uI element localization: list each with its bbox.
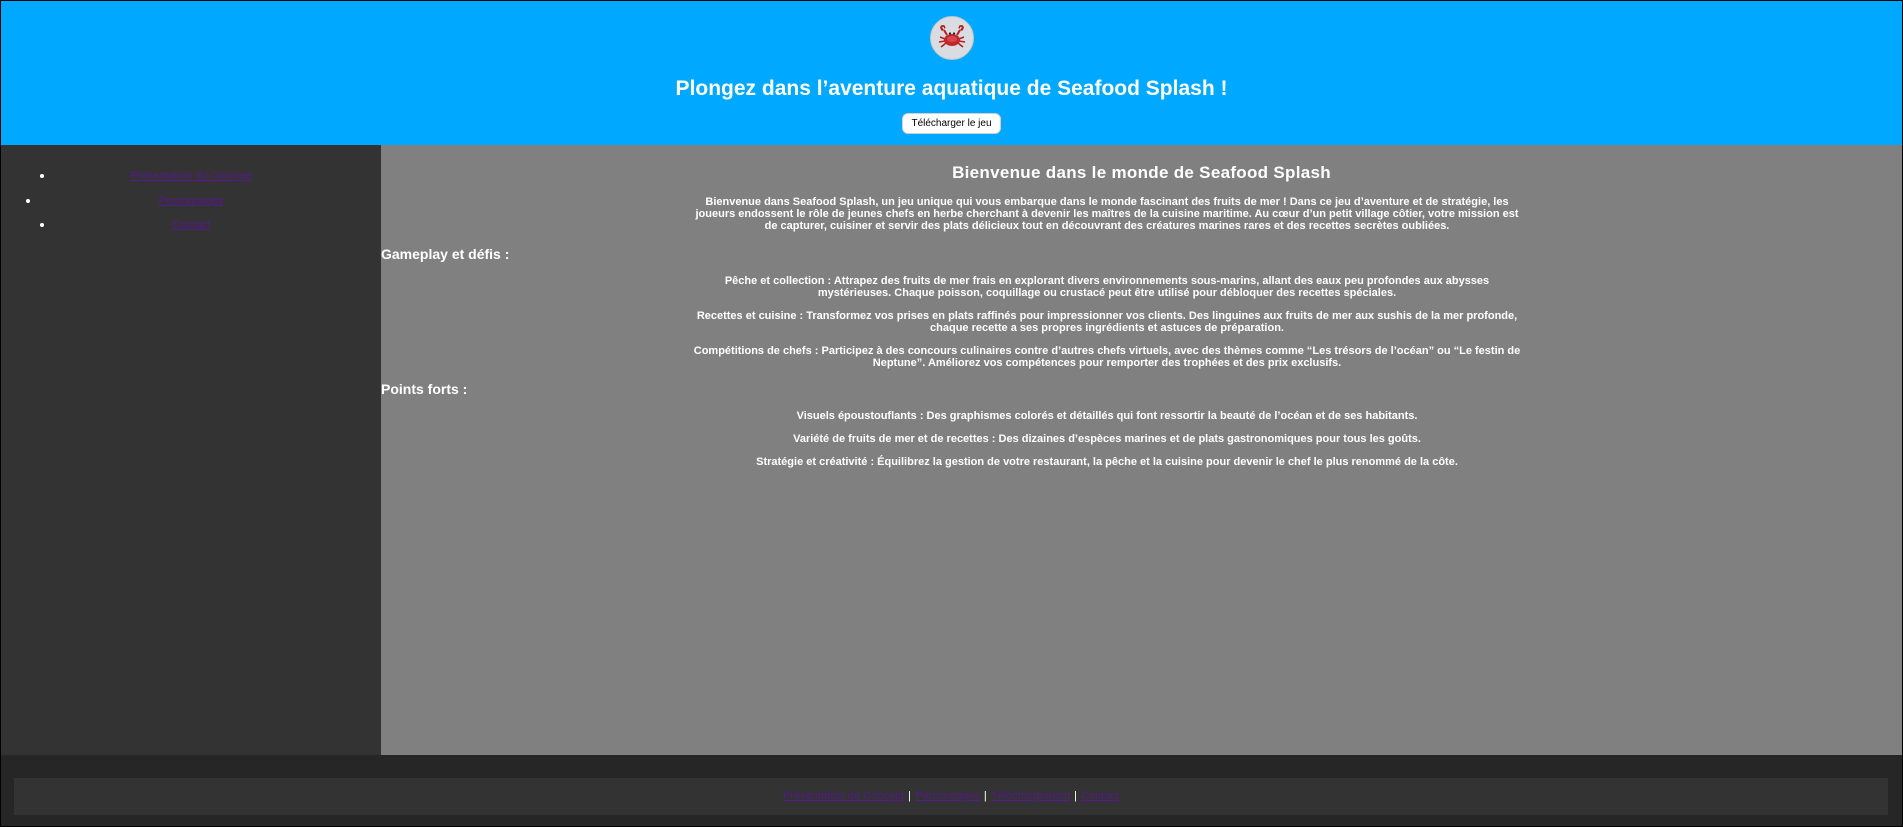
page: Plongez dans l’aventure aquatique de Sea… [0, 0, 1903, 827]
sidebar-link-personnages[interactable]: Personnages [159, 195, 224, 207]
intro-paragraph: Bienvenue dans Seafood Splash, un jeu un… [695, 196, 1519, 232]
footer-link-concept[interactable]: Présentation du Concept [783, 790, 904, 802]
sidebar-link-concept[interactable]: Présentation du Concept [130, 170, 251, 182]
highlight-item-strategie: Stratégie et créativité : Équilibrez la … [756, 456, 1458, 468]
highlight-item-visuels: Visuels époustouflants : Des graphismes … [796, 410, 1418, 422]
page-title: Plongez dans l’aventure aquatique de Sea… [675, 77, 1228, 100]
section-title: Bienvenue dans le monde de Seafood Splas… [952, 163, 1331, 182]
crab-icon [930, 16, 974, 60]
footer-link-personnages[interactable]: Personnages [915, 790, 980, 802]
footer-area: Présentation du Concept | Personnages | Télé… [1, 755, 1902, 826]
sidebar-item-concept: Présentation du Concept [1, 169, 381, 183]
footer-separator: | [983, 790, 987, 802]
sidebar-item-personnages: Personnages [1, 194, 381, 208]
site-header: Plongez dans l’aventure aquatique de Sea… [1, 1, 1902, 145]
highlights-heading: Points forts : [381, 381, 468, 397]
footer-link-telechargement[interactable]: Téléchargement [991, 790, 1071, 802]
gameplay-item-recettes: Recettes et cuisine : Transformez vos pr… [696, 310, 1518, 334]
site-footer: Présentation du Concept | Personnages | Télé… [14, 778, 1888, 815]
sidebar-nav: Présentation du Concept Personnages Cont… [1, 145, 381, 755]
footer-link-contact[interactable]: Contact [1081, 790, 1119, 802]
sidebar-link-contact[interactable]: Contact [172, 219, 210, 231]
bullet-icon [40, 174, 44, 178]
gameplay-item-competitions: Compétitions de chefs : Participez à des… [693, 345, 1521, 369]
main-content: Bienvenue dans le monde de Seafood Splas… [381, 145, 1902, 755]
highlight-item-variete: Variété de fruits de mer et de recettes … [793, 433, 1421, 445]
download-game-button[interactable]: Télécharger le jeu [902, 113, 1001, 134]
bullet-icon [40, 223, 44, 227]
footer-separator: | [1074, 790, 1078, 802]
sidebar-item-contact: Contact [1, 218, 381, 232]
gameplay-heading: Gameplay et défis : [381, 246, 510, 262]
footer-separator: | [908, 790, 911, 802]
bullet-icon [26, 199, 30, 203]
gameplay-item-peche: Pêche et collection : Attrapez des fruit… [724, 275, 1490, 299]
